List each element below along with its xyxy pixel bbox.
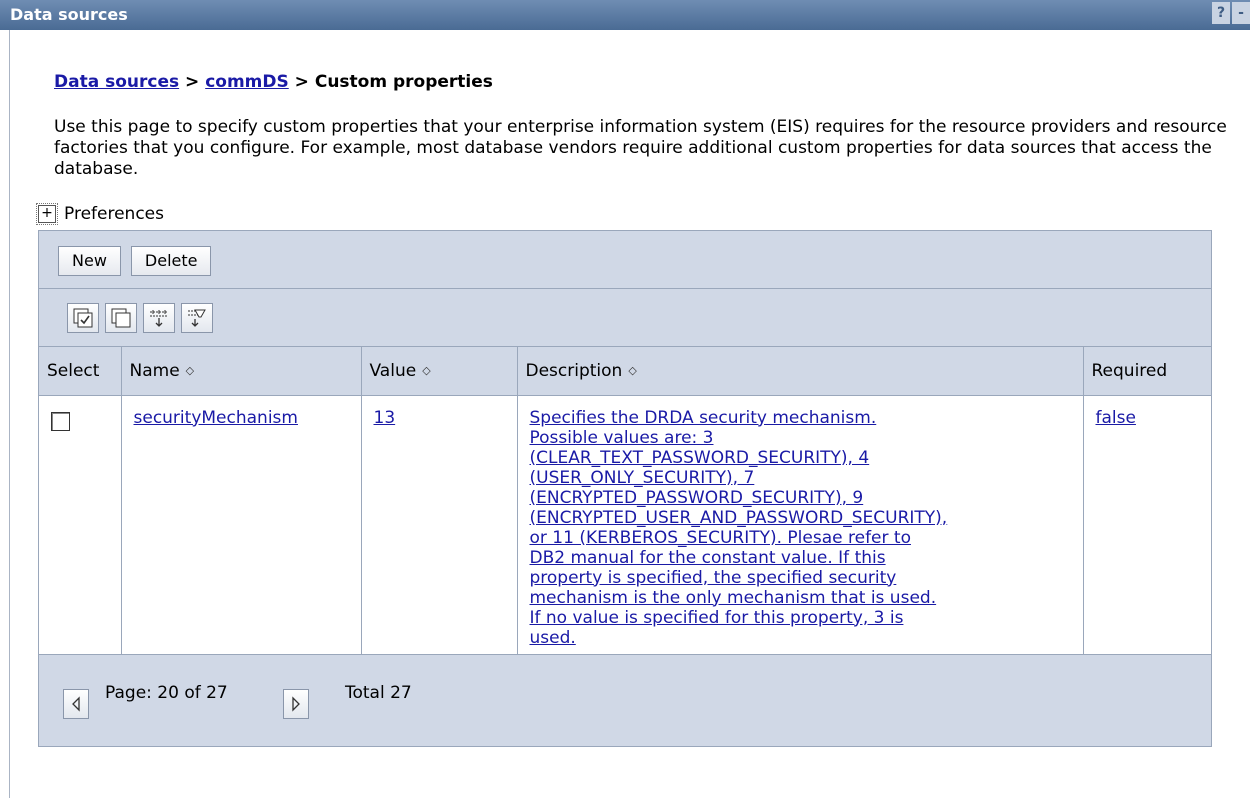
clear-filter-icon[interactable] xyxy=(181,303,213,333)
table-header-row: Select Name ◇ Value ◇ Description ◇ Require… xyxy=(39,347,1211,396)
deselect-all-icon[interactable] xyxy=(105,303,137,333)
sort-icon[interactable]: ◇ xyxy=(628,365,640,376)
breadcrumb-separator: > xyxy=(294,72,309,92)
page-indicator: Page: 20 of 27 xyxy=(105,682,228,703)
breadcrumb-link-data-sources[interactable]: Data sources xyxy=(54,72,179,92)
help-icon[interactable]: ? xyxy=(1212,2,1230,24)
total-count: Total 27 xyxy=(345,682,412,703)
title-bar-controls: ? - xyxy=(1212,2,1250,24)
breadcrumb: Data sources > commDS > Custom propertie… xyxy=(54,72,493,92)
next-page-icon[interactable] xyxy=(283,688,309,719)
delete-button[interactable]: Delete xyxy=(130,246,212,276)
column-header-select: Select xyxy=(39,347,122,396)
breadcrumb-current: Custom properties xyxy=(314,72,493,92)
select-cell xyxy=(39,395,122,654)
value-cell: 13 xyxy=(361,395,518,654)
select-all-icon[interactable] xyxy=(67,303,99,333)
breadcrumb-separator: > xyxy=(185,72,200,92)
sort-icon[interactable]: ◇ xyxy=(186,365,198,376)
required-cell: false xyxy=(1083,395,1211,654)
column-header-description[interactable]: Description ◇ xyxy=(517,347,1084,396)
column-header-value[interactable]: Value ◇ xyxy=(361,347,518,396)
pagination-bar: Page: 20 of 27 Total 27 xyxy=(39,653,1211,746)
preferences-label: Preferences xyxy=(64,204,164,224)
expand-icon[interactable]: + xyxy=(36,203,58,225)
sort-icon[interactable]: ◇ xyxy=(422,365,434,376)
description-cell: Specifies the DRDA security mechanism. P… xyxy=(517,395,1084,654)
new-button[interactable]: New xyxy=(58,246,121,276)
name-cell: securityMechanism xyxy=(121,395,362,654)
left-divider xyxy=(9,30,10,798)
table-row: securityMechanism 13 Specifies the DRDA … xyxy=(39,395,1211,654)
custom-properties-table: Select Name ◇ Value ◇ Description ◇ Require… xyxy=(39,347,1211,654)
property-description-link[interactable]: Specifies the DRDA security mechanism. P… xyxy=(530,408,948,648)
breadcrumb-link-commds[interactable]: commDS xyxy=(205,72,289,92)
property-name-link[interactable]: securityMechanism xyxy=(134,408,298,428)
column-header-name[interactable]: Name ◇ xyxy=(121,347,362,396)
collection-panel: New Delete Select Name ◇ Value ◇ Descrip… xyxy=(38,230,1212,747)
preferences-toggle[interactable]: + Preferences xyxy=(36,200,164,228)
previous-page-icon[interactable] xyxy=(63,688,89,719)
title-bar: Data sources ? - xyxy=(0,0,1250,30)
selection-toolbar xyxy=(39,289,1211,347)
minimize-icon[interactable]: - xyxy=(1232,2,1250,24)
row-checkbox[interactable] xyxy=(51,411,70,431)
show-filter-icon[interactable] xyxy=(143,303,175,333)
action-toolbar: New Delete xyxy=(39,231,1211,289)
window-title: Data sources xyxy=(10,5,128,24)
property-required-link[interactable]: false xyxy=(1096,408,1136,428)
page-description: Use this page to specify custom properti… xyxy=(54,117,1227,179)
property-value-link[interactable]: 13 xyxy=(374,408,396,428)
column-header-required: Required xyxy=(1083,347,1211,396)
